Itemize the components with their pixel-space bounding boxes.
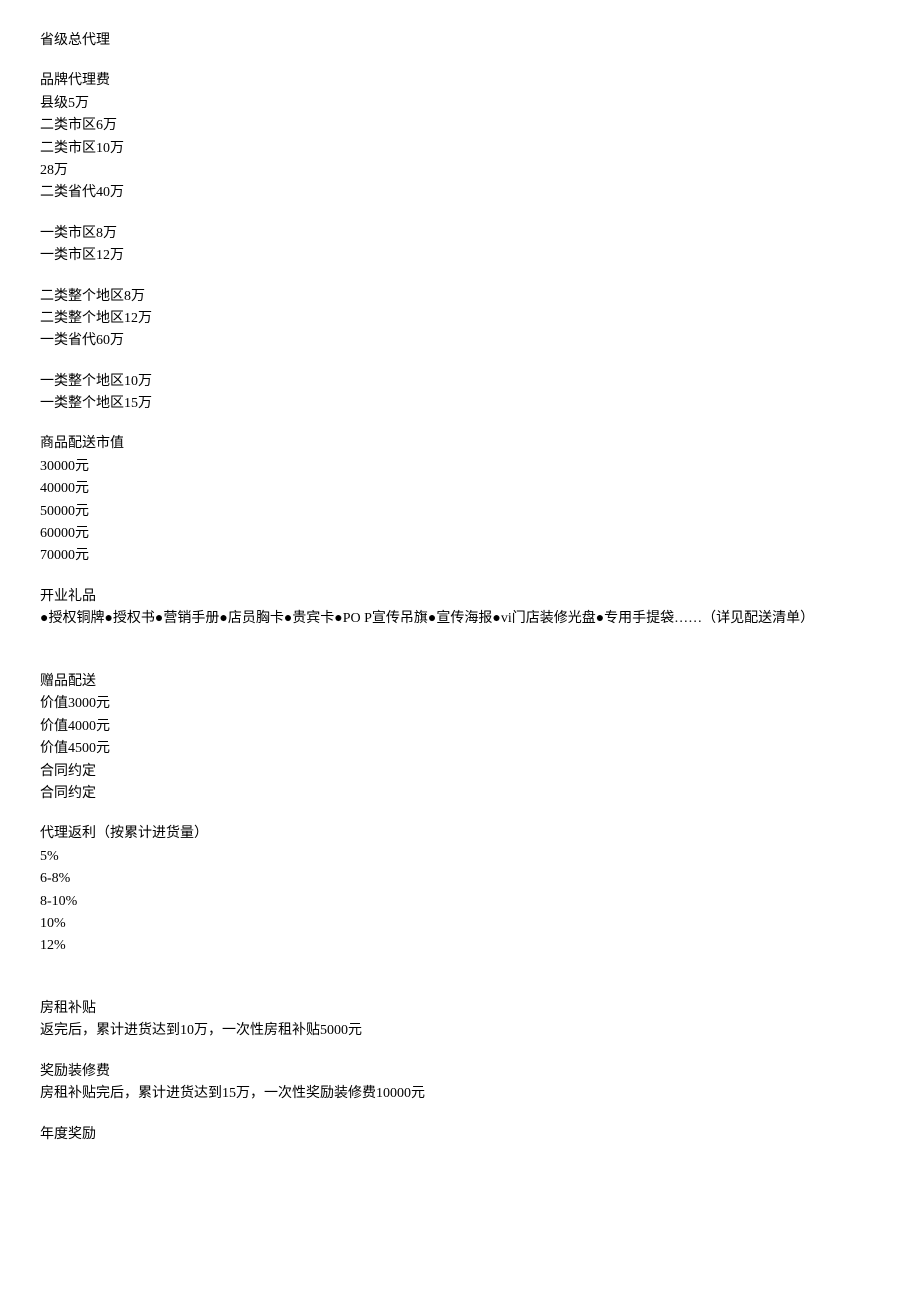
section-3: 一类市区8万 一类市区12万 <box>40 223 880 268</box>
text-line: 一类省代60万 <box>40 330 880 352</box>
text-line: 40000元 <box>40 478 880 500</box>
text-line: 省级总代理 <box>40 30 880 52</box>
text-line: 县级5万 <box>40 93 880 115</box>
section-10: 房租补贴 返完后，累计进货达到10万，一次性房租补贴5000元 <box>40 976 880 1043</box>
text-line: 6-8% <box>40 868 880 890</box>
text-line: 价值4500元 <box>40 738 880 760</box>
text-line: 50000元 <box>40 501 880 523</box>
text-line: 二类整个地区8万 <box>40 286 880 308</box>
text-line: 价值3000元 <box>40 693 880 715</box>
section-6: 商品配送市值 30000元 40000元 50000元 60000元 70000… <box>40 433 880 567</box>
text-line: 二类市区10万 <box>40 138 880 160</box>
section-4: 二类整个地区8万 二类整个地区12万 一类省代60万 <box>40 286 880 353</box>
text-line: ●授权铜牌●授权书●营销手册●店员胸卡●贵宾卡●PO P宣传吊旗●宣传海报●vi… <box>40 608 880 630</box>
text-line: 60000元 <box>40 523 880 545</box>
section-7: 开业礼品 ●授权铜牌●授权书●营销手册●店员胸卡●贵宾卡●PO P宣传吊旗●宣传… <box>40 586 880 631</box>
text-line: 合同约定 <box>40 783 880 805</box>
text-line: 赠品配送 <box>40 671 880 693</box>
section-8: 赠品配送 价值3000元 价值4000元 价值4500元 合同约定 合同约定 <box>40 649 880 806</box>
text-line: 返完后，累计进货达到10万，一次性房租补贴5000元 <box>40 1020 880 1042</box>
text-line: 二类省代40万 <box>40 182 880 204</box>
section-5: 一类整个地区10万 一类整个地区15万 <box>40 371 880 416</box>
text-line: 房租补贴完后，累计进货达到15万，一次性奖励装修费10000元 <box>40 1083 880 1105</box>
text-line: 价值4000元 <box>40 716 880 738</box>
text-line: 一类市区12万 <box>40 245 880 267</box>
text-line <box>40 649 880 671</box>
text-line: 一类整个地区10万 <box>40 371 880 393</box>
text-line: 5% <box>40 846 880 868</box>
text-line: 二类整个地区12万 <box>40 308 880 330</box>
text-line: 30000元 <box>40 456 880 478</box>
text-line: 年度奖励 <box>40 1124 880 1146</box>
text-line: 二类市区6万 <box>40 115 880 137</box>
section-1: 省级总代理 <box>40 30 880 52</box>
text-line: 28万 <box>40 160 880 182</box>
section-9: 代理返利（按累计进货量） 5% 6-8% 8-10% 10% 12% <box>40 823 880 957</box>
document-content: 省级总代理 品牌代理费 县级5万 二类市区6万 二类市区10万 28万 二类省代… <box>40 30 880 1146</box>
text-line: 品牌代理费 <box>40 70 880 92</box>
text-line: 10% <box>40 913 880 935</box>
text-line: 代理返利（按累计进货量） <box>40 823 880 845</box>
text-line: 开业礼品 <box>40 586 880 608</box>
text-line: 房租补贴 <box>40 998 880 1020</box>
text-line: 奖励装修费 <box>40 1061 880 1083</box>
text-line: 合同约定 <box>40 761 880 783</box>
text-line <box>40 976 880 998</box>
section-11: 奖励装修费 房租补贴完后，累计进货达到15万，一次性奖励装修费10000元 <box>40 1061 880 1106</box>
text-line: 商品配送市值 <box>40 433 880 455</box>
section-2: 品牌代理费 县级5万 二类市区6万 二类市区10万 28万 二类省代40万 <box>40 70 880 204</box>
text-line: 一类整个地区15万 <box>40 393 880 415</box>
section-12: 年度奖励 <box>40 1124 880 1146</box>
text-line: 70000元 <box>40 545 880 567</box>
text-line: 一类市区8万 <box>40 223 880 245</box>
text-line: 12% <box>40 935 880 957</box>
text-line: 8-10% <box>40 891 880 913</box>
